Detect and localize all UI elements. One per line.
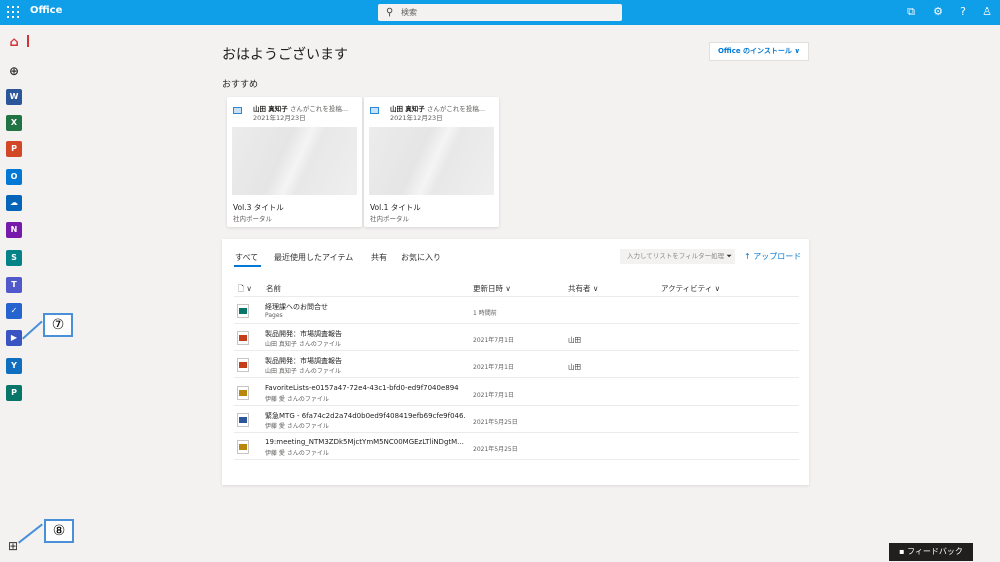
all-apps-icon[interactable]: ⊞: [6, 539, 20, 553]
rail-powerpoint-icon[interactable]: P: [6, 141, 22, 157]
whiteboard-icon[interactable]: ⧉: [904, 5, 918, 19]
rail-stream-icon[interactable]: ▶: [6, 330, 22, 346]
card-thumbnail: [232, 127, 357, 195]
file-type-icon: [237, 358, 249, 373]
filter-placeholder: 入力してリストをフィルター処理: [627, 252, 725, 260]
file-row[interactable]: 製品開発：市場調査報告 山田 真知子 さんのファイル 2021年7月1日 山田: [234, 324, 799, 352]
rail-todo-icon[interactable]: ✓: [6, 303, 22, 319]
file-updated: 2021年7月1日: [473, 337, 514, 345]
recommended-card[interactable]: 山田 真知子 さんがこれを投稿... 2021年12月23日 Vol.3 タイト…: [227, 97, 362, 227]
file-type-icon: [237, 304, 249, 318]
filter-input[interactable]: 入力してリストをフィルター処理 ⏷: [620, 249, 735, 264]
callout-7: ⑦: [43, 313, 73, 337]
file-name[interactable]: 経理課へのお問合せ: [265, 302, 465, 312]
file-updated: 2021年7月1日: [473, 391, 514, 399]
file-row[interactable]: 19:meeting_NTM3ZDk5MjctYmM5NC00MGEzLTliN…: [234, 433, 799, 460]
recommended-heading: おすすめ: [222, 80, 259, 90]
rail-onenote-icon[interactable]: N: [6, 222, 22, 238]
recommended-card[interactable]: 山田 真知子 さんがこれを投稿... 2021年12月23日 Vol.1 タイト…: [364, 97, 499, 227]
file-owner: 伊藤 愛 さんのファイル: [265, 450, 329, 457]
rail-onedrive-icon[interactable]: ☁: [6, 195, 22, 211]
card-site: 社内ポータル: [370, 215, 409, 223]
file-updated: 2021年5月25日: [473, 446, 518, 453]
files-panel: すべて 最近使用したアイテム 共有 お気に入り 入力してリストをフィルター処理 …: [222, 239, 809, 485]
tab-all[interactable]: すべて: [235, 252, 258, 263]
file-name[interactable]: 製品開発：市場調査報告: [265, 329, 465, 339]
file-name[interactable]: 製品開発：市場調査報告: [265, 356, 465, 366]
file-row[interactable]: 緊急MTG - 6fa74c2d2a74d0b0ed9f408419efb69c…: [234, 406, 799, 433]
file-owner: 山田 真知子 さんのファイル: [265, 341, 341, 349]
tab-shared[interactable]: 共有: [371, 252, 387, 263]
column-activity[interactable]: アクティビティ ∨: [661, 283, 720, 294]
file-updated: 2021年5月25日: [473, 418, 518, 426]
rail-yammer-icon[interactable]: Y: [6, 358, 22, 374]
top-bar: Office ⚲ 検索 ⧉ ⚙ ? ♙: [0, 0, 1000, 25]
file-row[interactable]: FavoriteLists-e0157a47-72e4-43c1-bfd0-ed…: [234, 379, 799, 406]
card-title: Vol.1 タイトル: [370, 203, 421, 212]
search-box[interactable]: ⚲ 検索: [378, 4, 622, 21]
file-type-icon: [237, 331, 249, 346]
file-type-icon: [237, 440, 249, 454]
active-indicator: [27, 35, 29, 47]
waffle-icon[interactable]: [7, 6, 20, 19]
file-row[interactable]: 経理課へのお問合せ Pages 1 時間前: [234, 297, 799, 324]
file-owner: 伊藤 愛 さんのファイル: [265, 395, 329, 403]
file-name[interactable]: 緊急MTG - 6fa74c2d2a74d0b0ed9f408419efb69c…: [265, 411, 465, 421]
news-icon: [370, 107, 379, 114]
file-name[interactable]: 19:meeting_NTM3ZDk5MjctYmM5NC00MGEzLTliN…: [265, 438, 465, 446]
card-date: 2021年12月23日: [390, 114, 443, 122]
help-icon[interactable]: ?: [956, 5, 970, 19]
file-updated: 1 時間前: [473, 310, 497, 317]
rail-sharepoint-icon[interactable]: S: [6, 250, 22, 266]
rail-word-icon[interactable]: W: [6, 89, 22, 105]
news-icon: [233, 107, 242, 114]
page-title: おはようございます: [222, 47, 348, 63]
gear-icon[interactable]: ⚙: [931, 5, 945, 19]
file-updated: 2021年7月1日: [473, 364, 514, 372]
rail-planner-icon[interactable]: P: [6, 385, 22, 401]
upload-button[interactable]: ↑ アップロード: [744, 251, 801, 262]
feedback-label: フィードバック: [907, 547, 963, 556]
rail-home-icon[interactable]: ⌂: [6, 35, 22, 51]
file-owner: 伊藤 愛 さんのファイル: [265, 422, 329, 430]
tab-recent[interactable]: 最近使用したアイテム: [274, 252, 353, 263]
file-row[interactable]: 製品開発：市場調査報告 山田 真知子 さんのファイル 2021年7月1日 山田: [234, 351, 799, 379]
tab-favorites[interactable]: お気に入り: [401, 252, 441, 263]
file-shared-by: 山田: [568, 336, 581, 345]
rail-excel-icon[interactable]: X: [6, 115, 22, 131]
file-owner: Pages: [265, 312, 283, 319]
card-title: Vol.3 タイトル: [233, 203, 284, 212]
tab-underline: [234, 265, 261, 267]
search-icon: ⚲: [386, 7, 394, 18]
account-icon[interactable]: ♙: [980, 5, 994, 19]
card-date: 2021年12月23日: [253, 114, 306, 122]
feedback-button[interactable]: ▪ フィードバック: [889, 543, 973, 561]
column-name[interactable]: 名前: [266, 283, 281, 294]
card-site: 社内ポータル: [233, 215, 272, 223]
file-type-header-icon[interactable]: 🗋 ∨: [238, 283, 252, 296]
filter-icon: ⏷: [726, 252, 732, 260]
column-updated[interactable]: 更新日時 ∨: [473, 283, 511, 294]
search-placeholder[interactable]: 検索: [401, 7, 417, 18]
file-type-icon: [237, 385, 249, 400]
file-shared-by: 山田: [568, 363, 581, 372]
rail-teams-icon[interactable]: T: [6, 277, 22, 293]
column-shared[interactable]: 共有者 ∨: [568, 283, 598, 294]
file-owner: 山田 真知子 さんのファイル: [265, 368, 341, 376]
callout-8: ⑧: [44, 519, 74, 543]
file-type-icon: [237, 412, 249, 427]
rail-outlook-icon[interactable]: O: [6, 169, 22, 185]
card-thumbnail: [369, 127, 494, 195]
install-office-button[interactable]: Office のインストール ∨: [709, 42, 809, 61]
rail-create-icon[interactable]: ⊕: [6, 63, 22, 79]
app-rail: ⌂ ⊕ W X P O ☁ N S T ✓ ▶ Y P: [0, 25, 30, 562]
file-name[interactable]: FavoriteLists-e0157a47-72e4-43c1-bfd0-ed…: [265, 384, 465, 392]
app-title[interactable]: Office: [30, 5, 62, 16]
